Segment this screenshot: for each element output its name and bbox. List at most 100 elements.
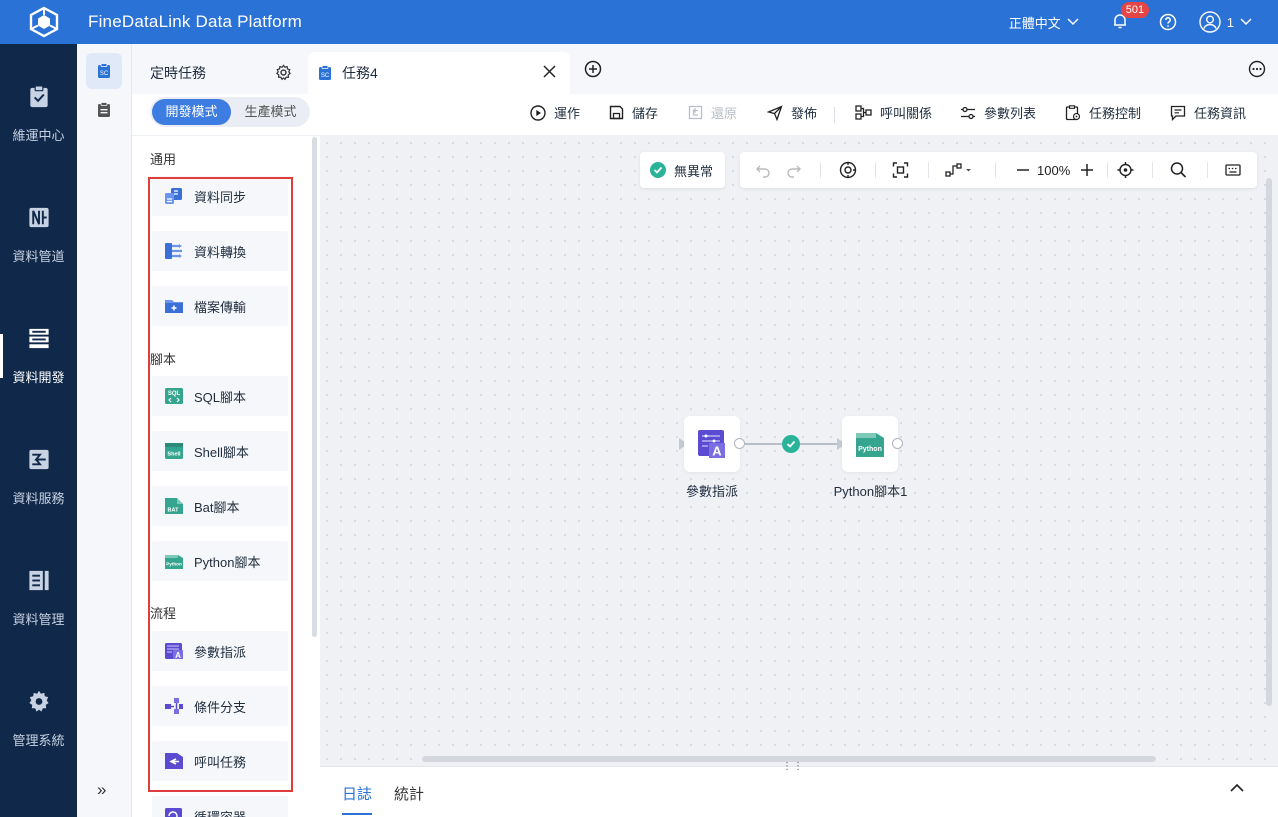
task-info-button[interactable]: 任務資訊 [1170, 103, 1246, 122]
top-bar: FineDataLink Data Platform 正體中文 501 1 [0, 0, 1278, 44]
prod-mode-button[interactable]: 生產模式 [231, 99, 310, 125]
redo-icon[interactable] [786, 161, 802, 179]
close-icon[interactable] [543, 65, 556, 78]
user-avatar-icon [1199, 11, 1221, 33]
nav-item-data-service[interactable]: 資料服務 [0, 407, 77, 507]
more-options-icon[interactable] [1248, 60, 1266, 78]
nav-label: 資料開發 [12, 370, 65, 385]
strip-task-list-button[interactable]: SC [86, 53, 122, 89]
save-button[interactable]: 儲存 [609, 103, 658, 122]
component-call-task[interactable]: 呼叫任務 [152, 741, 288, 781]
tab-stats[interactable]: 統計 [394, 783, 424, 804]
component-file-transfer[interactable]: 檔案傳輸 [152, 286, 288, 326]
chevron-up-icon[interactable] [1230, 783, 1244, 792]
task-info-label: 任務資訊 [1194, 106, 1247, 121]
fit-view-icon[interactable] [892, 161, 909, 179]
dev-mode-button[interactable]: 開發模式 [152, 99, 231, 125]
nav-item-data-manage[interactable]: 資料管理 [0, 528, 77, 628]
flow-canvas[interactable]: 無異常 100% A 參數指派 Python Python腳本1 [320, 136, 1278, 766]
nav-item-data-dev[interactable]: 資料開發 [0, 286, 77, 386]
zoom-level: 100% [1037, 162, 1071, 178]
publish-label: 發佈 [791, 106, 818, 121]
component-label: Shell腳本 [194, 444, 249, 460]
zoom-out-icon[interactable] [1016, 161, 1030, 179]
zoom-in-icon[interactable] [1080, 161, 1094, 179]
svg-text:BAT: BAT [168, 508, 180, 514]
language-selector[interactable]: 正體中文 [1009, 13, 1079, 32]
auto-layout-icon[interactable] [839, 161, 857, 179]
param-list-button[interactable]: 參數列表 [960, 103, 1036, 122]
param-list-label: 參數列表 [984, 106, 1037, 121]
check-circle-icon [650, 162, 666, 178]
component-bat-script[interactable]: BAT Bat腳本 [152, 486, 288, 526]
nav-label: 管理系統 [12, 733, 65, 748]
keyboard-icon[interactable] [1225, 161, 1241, 179]
resize-handle-icon[interactable]: ⋮⋮ [782, 761, 804, 772]
nav-item-ops-center[interactable]: 維運中心 [0, 44, 77, 144]
component-shell-script[interactable]: Shell Shell腳本 [152, 431, 288, 471]
component-loop-container[interactable]: 循環容器 [152, 796, 288, 817]
component-label: 循環容器 [194, 809, 247, 817]
nav-item-system[interactable]: 管理系統 [0, 649, 77, 749]
send-icon [767, 104, 783, 121]
call-relation-button[interactable]: 呼叫關係 [855, 103, 932, 122]
node-output-port[interactable] [892, 438, 903, 449]
section-flow: 流程 [150, 606, 177, 621]
component-sql-script[interactable]: SQL SQL腳本 [152, 376, 288, 416]
undo-icon[interactable] [755, 161, 771, 179]
nav-item-data-pipeline[interactable]: 資料管道 [0, 165, 77, 265]
section-general: 通用 [150, 152, 177, 167]
add-tab-icon[interactable] [584, 60, 602, 78]
restore-label: 還原 [711, 106, 738, 121]
component-label: 呼叫任務 [194, 754, 247, 770]
tab-log[interactable]: 日誌 [342, 783, 373, 815]
edge-check-icon [782, 435, 800, 453]
connector-style-icon[interactable] [945, 161, 973, 179]
expand-sidebar-button[interactable]: » [97, 780, 106, 800]
locate-icon[interactable] [1117, 161, 1134, 179]
component-label: 條件分支 [194, 699, 247, 715]
call-relation-label: 呼叫關係 [880, 106, 933, 121]
folder-transfer-icon [165, 300, 183, 313]
canvas-vertical-scrollbar[interactable] [1266, 178, 1272, 706]
component-label: Python腳本 [194, 554, 261, 570]
tab-task4[interactable]: SC 任務4 [308, 52, 570, 94]
component-data-sync[interactable]: 資料同步 [152, 176, 288, 216]
status-chip: 無異常 [640, 152, 725, 188]
app-logo-icon[interactable] [24, 2, 64, 42]
play-circle-icon [530, 104, 546, 121]
flow-node-python-script[interactable]: Python [842, 416, 898, 472]
component-label: 資料同步 [194, 189, 247, 205]
toolbar-divider [834, 107, 835, 123]
data-sync-icon [165, 188, 182, 204]
component-condition-branch[interactable]: 條件分支 [152, 686, 288, 726]
task-control-button[interactable]: 任務控制 [1065, 103, 1141, 122]
task-control-label: 任務控制 [1089, 106, 1142, 121]
flow-node-param-assign[interactable]: A [684, 416, 740, 472]
mode-switch: 開發模式 生產模式 [150, 97, 310, 127]
node-output-port[interactable] [734, 438, 745, 449]
svg-text:A: A [175, 651, 181, 660]
settings-gear-icon[interactable] [275, 64, 292, 81]
nav-label: 資料服務 [12, 491, 65, 506]
component-label: Bat腳本 [194, 499, 240, 515]
tab-label: 任務4 [342, 65, 378, 81]
loop-container-icon [165, 808, 182, 817]
restore-button[interactable]: 還原 [688, 103, 737, 122]
user-menu[interactable]: 1 [1199, 11, 1252, 33]
toolbar-divider [1107, 162, 1108, 178]
svg-text:Shell: Shell [167, 452, 181, 458]
panel-scrollbar[interactable] [312, 137, 317, 637]
run-button[interactable]: 運作 [530, 103, 580, 122]
tab-scheduled-tasks[interactable]: 定時任務 [132, 52, 304, 94]
component-data-transform[interactable]: 資料轉換 [152, 231, 288, 271]
notification-button[interactable]: 501 [1111, 2, 1150, 32]
help-button[interactable] [1159, 13, 1177, 31]
nav-label: 資料管理 [12, 612, 65, 627]
sql-script-icon: SQL [165, 388, 183, 404]
strip-clipboard-button[interactable] [86, 92, 122, 128]
component-python-script[interactable]: Python Python腳本 [152, 541, 288, 581]
publish-button[interactable]: 發佈 [767, 103, 817, 122]
search-icon[interactable] [1170, 161, 1187, 179]
component-param-assign[interactable]: A 參數指派 [152, 631, 288, 671]
